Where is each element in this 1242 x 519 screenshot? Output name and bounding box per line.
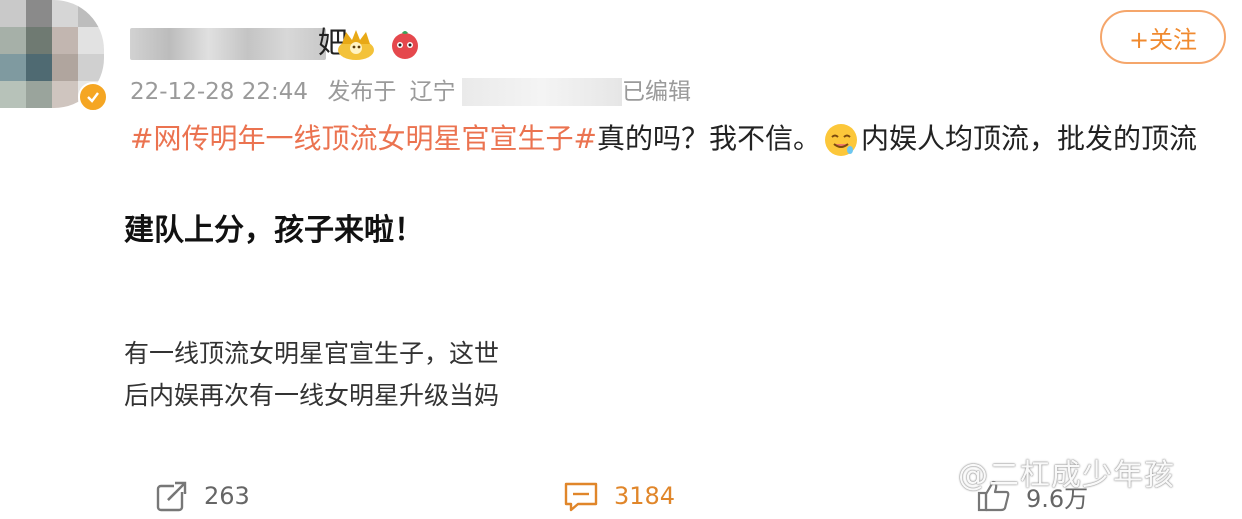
repost-button[interactable]: 263 xyxy=(154,478,250,514)
timestamp[interactable]: 22-12-28 22:44 xyxy=(130,79,308,105)
watermark: @二杠成少年孩 xyxy=(958,458,1175,493)
location: 辽宁 xyxy=(409,79,456,105)
edited-label[interactable]: 已编辑 xyxy=(622,78,691,106)
crown-badge-icon xyxy=(338,30,374,60)
post-text-segment: 真的吗？我不信。 xyxy=(596,122,821,155)
comment-count: 3184 xyxy=(614,482,676,510)
post-text-line-1: #网传明年一线顶流女明星官宣生子#真的吗？我不信。 内娱人均顶流，批发的顶流 xyxy=(130,122,1197,158)
repost-icon xyxy=(156,478,190,512)
comment-button[interactable]: 3184 xyxy=(562,478,675,514)
repost-count: 263 xyxy=(204,482,250,510)
published-at-label: 发布于 xyxy=(327,79,397,105)
weibo-post: 妑 +关注 22-12-28 22:44 发布于 辽宁 已编辑 #网传明年一线顶… xyxy=(0,0,1242,519)
username-masked[interactable] xyxy=(130,28,326,60)
fruit-badge-icon xyxy=(392,31,418,59)
post-meta: 22-12-28 22:44 发布于 辽宁 xyxy=(130,78,456,106)
embedded-text-line-1: 有一线顶流女明星官宣生子，这世 xyxy=(124,339,500,368)
hashtag-link[interactable]: #网传明年一线顶流女明星官宣生子# xyxy=(130,122,597,155)
post-text-tail: 内娱人均顶流，批发的顶流 xyxy=(860,122,1197,155)
follow-button[interactable]: +关注 xyxy=(1100,10,1226,64)
source-masked xyxy=(462,78,622,106)
drooling-face-emoji-icon xyxy=(824,124,857,156)
embedded-text-line-2: 后内娱再次有一线女明星升级当妈 xyxy=(124,381,500,410)
post-text-line-2: 建队上分，孩子来啦！ xyxy=(124,213,424,248)
verified-badge-icon xyxy=(78,82,108,112)
comment-icon xyxy=(564,482,598,512)
